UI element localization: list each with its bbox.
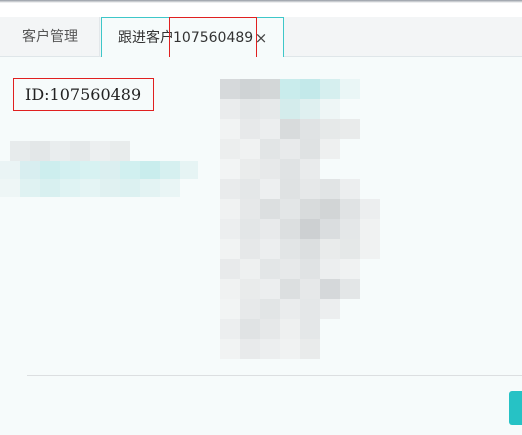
customer-id: ID:107560489 [13,78,154,111]
top-strip [0,0,522,17]
redacted-info-center [220,79,380,359]
tab-follow-up-id: 107560489 [168,17,258,59]
tab-customer-management[interactable]: 客户管理 [0,17,100,57]
redacted-info-left [0,141,198,197]
action-button[interactable] [509,391,522,425]
tab-follow-up-label: 跟进客户 [118,30,174,46]
tab-bar: 客户管理 跟进客户107560489 × [0,17,522,59]
main-content: ID:107560489 [0,57,522,435]
tab-customer-management-label: 客户管理 [22,29,78,45]
section-divider [27,375,522,376]
close-icon[interactable]: × [253,18,269,58]
top-shadow [0,0,522,3]
tab-follow-up-customer[interactable]: 跟进客户107560489 × [101,17,284,59]
